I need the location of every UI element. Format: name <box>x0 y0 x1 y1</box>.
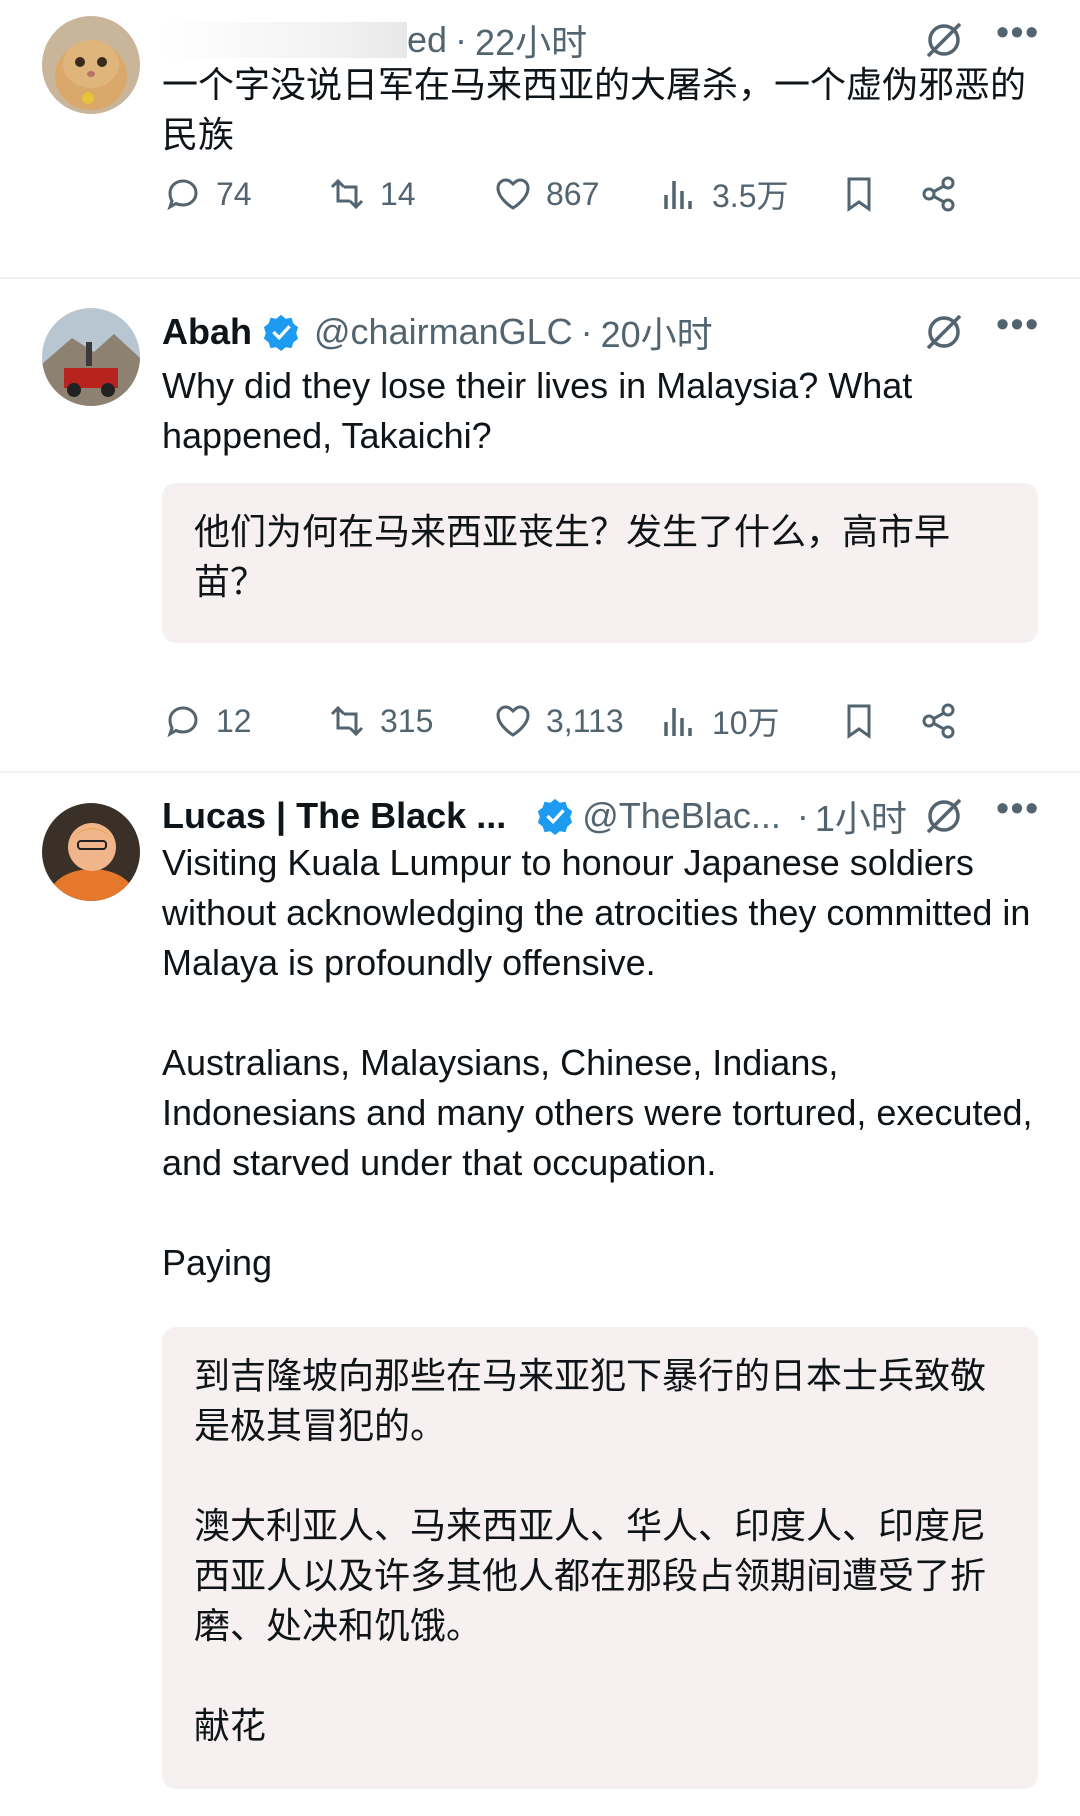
separator: · <box>455 19 468 60</box>
more-options-button[interactable]: ••• <box>996 303 1040 345</box>
retweet-button[interactable]: 14 <box>326 173 492 215</box>
views-count: 10万 <box>712 705 780 741</box>
like-count: 3,113 <box>546 702 624 739</box>
reply-button[interactable]: 12 <box>162 700 326 742</box>
tweet-2[interactable]: Abah @chairmanGLC · 20小时 ••• Why did the… <box>0 279 1080 771</box>
views-button[interactable]: 3.5万 <box>658 171 838 217</box>
views-icon <box>664 181 692 209</box>
separator: · <box>796 795 809 836</box>
views-button[interactable]: 10万 <box>658 698 838 744</box>
like-icon <box>496 705 530 737</box>
tweet-header: ed · 22小时 ••• <box>162 11 1040 66</box>
retweet-icon <box>330 178 364 210</box>
reply-icon <box>167 706 198 738</box>
separator: · <box>580 311 593 352</box>
reply-button[interactable]: 74 <box>162 173 326 215</box>
person-avatar-image <box>42 803 140 901</box>
cat-avatar-image <box>42 16 140 114</box>
tweet-text: 一个字没说日军在马来西亚的大屠杀，一个虚伪邪恶的民族 <box>162 64 1027 155</box>
grok-icon[interactable] <box>922 18 966 62</box>
like-count: 867 <box>546 175 600 212</box>
handle[interactable]: @chairmanGLC <box>314 311 573 353</box>
retweet-count: 14 <box>380 175 416 212</box>
header-actions: ••• <box>922 787 1040 841</box>
verified-badge-icon <box>538 798 573 835</box>
reply-count: 12 <box>216 702 252 739</box>
tweet-header: Abah @chairmanGLC · 20小时 ••• <box>162 303 1040 358</box>
display-name-obscured[interactable] <box>162 22 407 58</box>
bookmark-icon <box>847 177 871 212</box>
tweet-header: Lucas | The Black ... @TheBlac... · 1小时 … <box>162 787 1040 842</box>
translation-box: 他们为何在马来西亚丧生？发生了什么，高市早苗？ <box>162 483 1038 643</box>
bookmark-button[interactable] <box>838 700 918 742</box>
handle-partial[interactable]: ed <box>407 19 447 61</box>
grok-icon[interactable] <box>922 794 966 838</box>
jeep-avatar-image <box>42 308 140 406</box>
like-button[interactable]: 3,113 <box>492 700 658 742</box>
like-button[interactable]: 867 <box>492 173 658 215</box>
handle[interactable]: @TheBlac... <box>582 795 781 837</box>
bookmark-button[interactable] <box>838 173 918 215</box>
bookmark-icon <box>847 704 871 739</box>
header-actions: ••• <box>922 11 1040 65</box>
tweet-3[interactable]: Lucas | The Black ... @TheBlac... · 1小时 … <box>0 773 1080 1816</box>
timestamp[interactable]: 22小时 <box>475 14 587 66</box>
display-name[interactable]: Abah <box>162 311 252 353</box>
avatar[interactable] <box>42 16 140 114</box>
reply-icon <box>167 179 198 211</box>
share-icon <box>922 176 955 212</box>
action-bar: 12 315 3,113 10万 <box>162 691 1038 751</box>
avatar[interactable] <box>42 803 140 901</box>
action-bar: 74 14 867 3.5万 <box>162 164 1038 224</box>
tweet-text: Visiting Kuala Lumpur to honour Japanese… <box>162 842 1033 1283</box>
retweet-button[interactable]: 315 <box>326 700 492 742</box>
grok-icon[interactable] <box>922 310 966 354</box>
retweet-icon <box>330 705 364 737</box>
more-options-button[interactable]: ••• <box>996 11 1040 53</box>
like-icon <box>496 178 530 210</box>
avatar[interactable] <box>42 308 140 406</box>
tweet-text: Why did they lose their lives in Malaysi… <box>162 365 923 456</box>
timestamp[interactable]: 1小时 <box>815 790 907 842</box>
header-actions: ••• <box>922 303 1040 357</box>
tweet-1[interactable]: ed · 22小时 ••• 一个字没说日军在马来西亚的大屠杀，一个虚伪邪恶的民族… <box>0 0 1080 278</box>
verified-badge-icon <box>263 314 299 351</box>
retweet-count: 315 <box>380 702 434 739</box>
translation-box: 到吉隆坡向那些在马来亚犯下暴行的日本士兵致敬是极其冒犯的。 澳大利亚人、马来西亚… <box>162 1327 1038 1789</box>
views-icon <box>664 708 692 736</box>
views-count: 3.5万 <box>712 178 789 214</box>
timestamp[interactable]: 20小时 <box>601 306 713 358</box>
reply-count: 74 <box>216 175 252 212</box>
display-name[interactable]: Lucas | The Black ... <box>162 795 506 837</box>
share-button[interactable] <box>918 700 960 742</box>
more-options-button[interactable]: ••• <box>996 787 1040 829</box>
share-button[interactable] <box>918 173 960 215</box>
share-icon <box>922 703 955 739</box>
